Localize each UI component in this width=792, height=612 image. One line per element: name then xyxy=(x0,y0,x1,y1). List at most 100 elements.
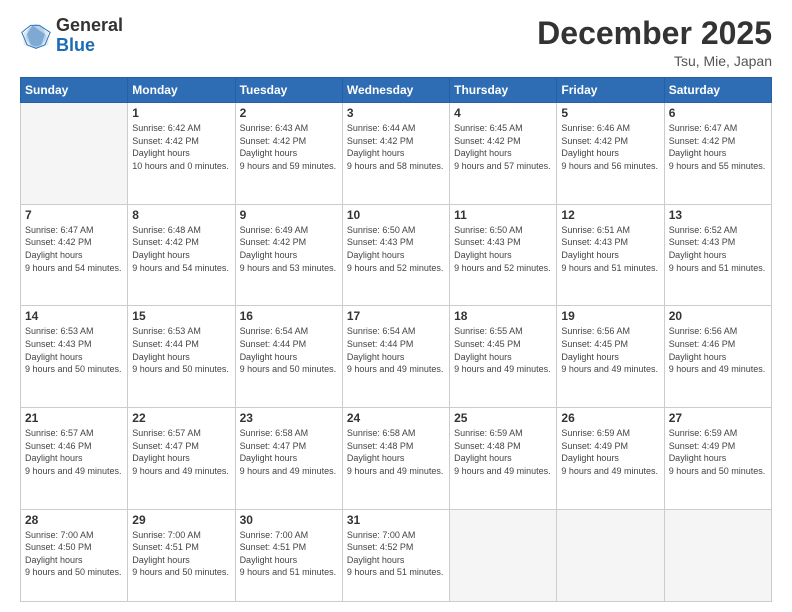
daylight-value: 9 hours and 49 minutes. xyxy=(347,364,444,374)
calendar-cell: 13Sunrise: 6:52 AMSunset: 4:43 PMDayligh… xyxy=(664,204,771,306)
day-number: 8 xyxy=(132,208,230,222)
daylight-label: Daylight hours xyxy=(561,352,619,362)
col-saturday: Saturday xyxy=(664,78,771,103)
calendar-cell: 2Sunrise: 6:43 AMSunset: 4:42 PMDaylight… xyxy=(235,103,342,205)
daylight-value: 9 hours and 51 minutes. xyxy=(240,567,337,577)
sunrise-label: Sunrise: 6:48 AM xyxy=(132,225,201,235)
calendar-cell: 14Sunrise: 6:53 AMSunset: 4:43 PMDayligh… xyxy=(21,306,128,408)
daylight-value: 9 hours and 59 minutes. xyxy=(240,161,337,171)
day-number: 23 xyxy=(240,411,338,425)
day-info: Sunrise: 6:56 AMSunset: 4:46 PMDaylight … xyxy=(669,325,767,375)
sunset-label: Sunset: 4:42 PM xyxy=(669,136,736,146)
daylight-value: 10 hours and 0 minutes. xyxy=(132,161,229,171)
day-number: 13 xyxy=(669,208,767,222)
calendar-cell: 31Sunrise: 7:00 AMSunset: 4:52 PMDayligh… xyxy=(342,509,449,601)
sunset-label: Sunset: 4:50 PM xyxy=(25,542,92,552)
day-info: Sunrise: 6:59 AMSunset: 4:49 PMDaylight … xyxy=(669,427,767,477)
sunset-label: Sunset: 4:44 PM xyxy=(132,339,199,349)
daylight-value: 9 hours and 49 minutes. xyxy=(454,364,551,374)
calendar-cell: 10Sunrise: 6:50 AMSunset: 4:43 PMDayligh… xyxy=(342,204,449,306)
calendar-cell: 3Sunrise: 6:44 AMSunset: 4:42 PMDaylight… xyxy=(342,103,449,205)
daylight-value: 9 hours and 52 minutes. xyxy=(347,263,444,273)
daylight-value: 9 hours and 55 minutes. xyxy=(669,161,766,171)
sunrise-label: Sunrise: 6:58 AM xyxy=(240,428,309,438)
sunset-label: Sunset: 4:43 PM xyxy=(347,237,414,247)
sunrise-label: Sunrise: 6:47 AM xyxy=(669,123,738,133)
day-info: Sunrise: 7:00 AMSunset: 4:51 PMDaylight … xyxy=(240,529,338,579)
daylight-label: Daylight hours xyxy=(454,250,512,260)
sunrise-label: Sunrise: 6:53 AM xyxy=(25,326,94,336)
sunset-label: Sunset: 4:42 PM xyxy=(240,136,307,146)
day-number: 25 xyxy=(454,411,552,425)
day-info: Sunrise: 6:59 AMSunset: 4:48 PMDaylight … xyxy=(454,427,552,477)
calendar-week-4: 21Sunrise: 6:57 AMSunset: 4:46 PMDayligh… xyxy=(21,408,772,510)
sunrise-label: Sunrise: 6:50 AM xyxy=(454,225,523,235)
daylight-label: Daylight hours xyxy=(132,148,190,158)
day-info: Sunrise: 6:58 AMSunset: 4:48 PMDaylight … xyxy=(347,427,445,477)
day-info: Sunrise: 6:53 AMSunset: 4:44 PMDaylight … xyxy=(132,325,230,375)
day-number: 5 xyxy=(561,106,659,120)
sunrise-label: Sunrise: 7:00 AM xyxy=(132,530,201,540)
col-tuesday: Tuesday xyxy=(235,78,342,103)
calendar-cell: 1Sunrise: 6:42 AMSunset: 4:42 PMDaylight… xyxy=(128,103,235,205)
sunset-label: Sunset: 4:42 PM xyxy=(132,136,199,146)
daylight-value: 9 hours and 51 minutes. xyxy=(669,263,766,273)
calendar-cell: 28Sunrise: 7:00 AMSunset: 4:50 PMDayligh… xyxy=(21,509,128,601)
day-info: Sunrise: 6:49 AMSunset: 4:42 PMDaylight … xyxy=(240,224,338,274)
day-number: 6 xyxy=(669,106,767,120)
daylight-label: Daylight hours xyxy=(561,148,619,158)
sunrise-label: Sunrise: 6:54 AM xyxy=(240,326,309,336)
col-thursday: Thursday xyxy=(450,78,557,103)
day-number: 20 xyxy=(669,309,767,323)
logo-icon xyxy=(20,20,52,52)
sunrise-label: Sunrise: 6:43 AM xyxy=(240,123,309,133)
daylight-value: 9 hours and 54 minutes. xyxy=(132,263,229,273)
calendar-cell: 7Sunrise: 6:47 AMSunset: 4:42 PMDaylight… xyxy=(21,204,128,306)
day-number: 24 xyxy=(347,411,445,425)
day-number: 16 xyxy=(240,309,338,323)
daylight-value: 9 hours and 49 minutes. xyxy=(240,466,337,476)
day-number: 11 xyxy=(454,208,552,222)
sunrise-label: Sunrise: 7:00 AM xyxy=(347,530,416,540)
sunrise-label: Sunrise: 6:59 AM xyxy=(669,428,738,438)
sunrise-label: Sunrise: 6:55 AM xyxy=(454,326,523,336)
daylight-label: Daylight hours xyxy=(669,453,727,463)
sunset-label: Sunset: 4:43 PM xyxy=(561,237,628,247)
sunrise-label: Sunrise: 6:49 AM xyxy=(240,225,309,235)
title-block: December 2025 Tsu, Mie, Japan xyxy=(537,16,772,69)
daylight-label: Daylight hours xyxy=(132,250,190,260)
daylight-label: Daylight hours xyxy=(25,453,83,463)
daylight-value: 9 hours and 56 minutes. xyxy=(561,161,658,171)
day-info: Sunrise: 7:00 AMSunset: 4:50 PMDaylight … xyxy=(25,529,123,579)
sunset-label: Sunset: 4:45 PM xyxy=(561,339,628,349)
calendar-page: General Blue December 2025 Tsu, Mie, Jap… xyxy=(0,0,792,612)
calendar-cell: 25 Sunrise: 6:59 AMSunset: 4:48 PMDayligh… xyxy=(450,408,557,510)
sunrise-label: Sunrise: 7:00 AM xyxy=(25,530,94,540)
daylight-value: 9 hours and 50 minutes. xyxy=(240,364,337,374)
daylight-value: 9 hours and 51 minutes. xyxy=(561,263,658,273)
daylight-label: Daylight hours xyxy=(454,453,512,463)
calendar-cell: 5 Sunrise: 6:46 AMSunset: 4:42 PMDaylight… xyxy=(557,103,664,205)
daylight-value: 9 hours and 53 minutes. xyxy=(240,263,337,273)
sunrise-label: Sunrise: 6:58 AM xyxy=(347,428,416,438)
sunset-label: Sunset: 4:43 PM xyxy=(454,237,521,247)
day-number: 9 xyxy=(240,208,338,222)
day-info: Sunrise: 6:55 AMSunset: 4:45 PMDaylight … xyxy=(454,325,552,375)
daylight-label: Daylight hours xyxy=(132,555,190,565)
sunset-label: Sunset: 4:48 PM xyxy=(454,441,521,451)
calendar-table: Sunday Monday Tuesday Wednesday Thursday… xyxy=(20,77,772,602)
daylight-label: Daylight hours xyxy=(669,250,727,260)
sunset-label: Sunset: 4:46 PM xyxy=(669,339,736,349)
location: Tsu, Mie, Japan xyxy=(537,53,772,69)
day-info: Sunrise: 6:57 AMSunset: 4:46 PMDaylight … xyxy=(25,427,123,477)
daylight-value: 9 hours and 58 minutes. xyxy=(347,161,444,171)
logo-general-span: General xyxy=(56,15,123,35)
day-info: Sunrise: 6:46 AMSunset: 4:42 PMDaylight … xyxy=(561,122,659,172)
day-number: 18 xyxy=(454,309,552,323)
sunset-label: Sunset: 4:46 PM xyxy=(25,441,92,451)
daylight-value: 9 hours and 49 minutes. xyxy=(561,466,658,476)
sunset-label: Sunset: 4:47 PM xyxy=(132,441,199,451)
day-number: 7 xyxy=(25,208,123,222)
daylight-value: 9 hours and 50 minutes. xyxy=(669,466,766,476)
calendar-cell: 16Sunrise: 6:54 AMSunset: 4:44 PMDayligh… xyxy=(235,306,342,408)
